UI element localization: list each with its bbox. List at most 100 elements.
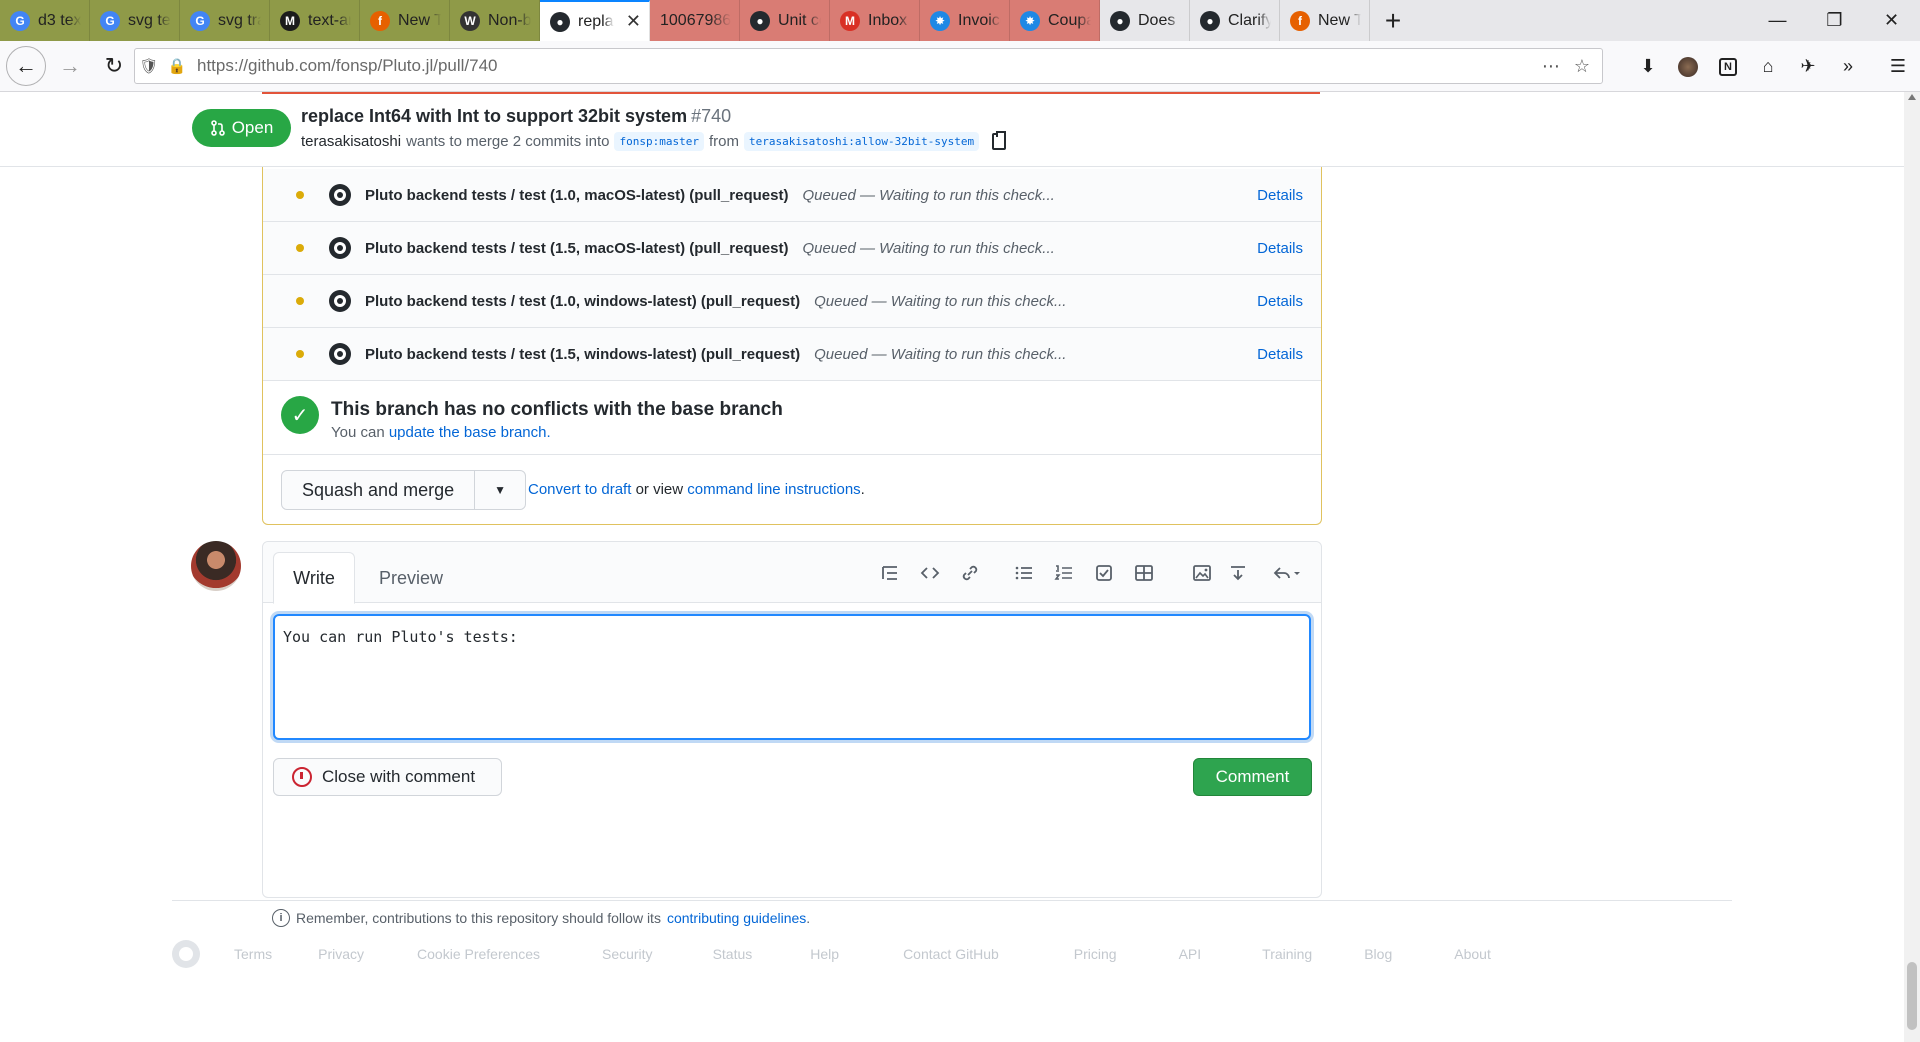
footer-link-pricing[interactable]: Pricing [1074, 946, 1117, 962]
command-line-instructions-link[interactable]: command line instructions [687, 481, 860, 498]
browser-tab[interactable]: 100679863-L [650, 0, 740, 41]
merge-method-dropdown[interactable]: ▼ [475, 471, 525, 509]
comment-tabs-header: Write Preview [263, 542, 1321, 604]
restore-icon[interactable]: ❐ [1806, 0, 1863, 41]
avatar[interactable] [191, 541, 241, 591]
numbered-list-icon[interactable] [1049, 558, 1079, 588]
gmail-icon: M [840, 10, 860, 31]
footer-link-help[interactable]: Help [810, 946, 839, 962]
check-details-link[interactable]: Details [1257, 240, 1303, 257]
window-close-icon[interactable]: ✕ [1863, 0, 1920, 41]
browser-tab[interactable]: W Non-bre [450, 0, 540, 41]
account-avatar-icon[interactable] [1668, 47, 1708, 87]
comment-button[interactable]: Comment [1193, 758, 1312, 796]
reload-button[interactable]: ↻ [94, 46, 134, 86]
footer-link-terms[interactable]: Terms [234, 946, 272, 962]
overflow-menu-icon[interactable]: » [1828, 47, 1868, 87]
google-icon: G [10, 10, 30, 31]
squash-and-merge-button[interactable]: Squash and merge [282, 471, 476, 509]
browser-tab-title: Does Git [1138, 11, 1181, 29]
check-details-link[interactable]: Details [1257, 346, 1303, 363]
browser-tab[interactable]: ✸ Coupa H [1010, 0, 1100, 41]
hamburger-menu-icon[interactable]: ☰ [1878, 47, 1918, 87]
footer-link-training[interactable]: Training [1262, 946, 1312, 962]
code-icon[interactable] [915, 558, 945, 588]
page-scrollbar[interactable] [1904, 92, 1920, 1042]
bookmark-star-icon[interactable]: ☆ [1574, 56, 1590, 77]
forward-button[interactable]: → [50, 46, 90, 86]
check-details-link[interactable]: Details [1257, 293, 1303, 310]
close-with-comment-button[interactable]: Close with comment [273, 758, 502, 796]
url-bar[interactable]: 🛡 🔒 https://github.com/fonsp/Pluto.jl/pu… [134, 48, 1603, 84]
wikipedia-icon: W [460, 10, 480, 31]
tab-preview[interactable]: Preview [371, 552, 451, 604]
merge-help-text: Convert to draft or view command line in… [528, 481, 865, 498]
footer-link-about[interactable]: About [1454, 946, 1491, 962]
github-actions-icon [329, 237, 351, 259]
browser-tab[interactable]: ● Unit cell [740, 0, 830, 41]
bulleted-list-icon[interactable] [1009, 558, 1039, 588]
footer-link-status[interactable]: Status [713, 946, 753, 962]
page-actions-icon[interactable]: ⋯ [1542, 56, 1560, 77]
google-icon: G [100, 10, 120, 31]
browser-tab[interactable]: Mtext-anc [270, 0, 360, 41]
footer-link-contact-github[interactable]: Contact GitHub [903, 946, 999, 962]
notion-extension-icon[interactable]: N [1708, 47, 1748, 87]
check-details-link[interactable]: Details [1257, 187, 1303, 204]
contributing-guidelines-link[interactable]: contributing guidelines [667, 910, 806, 926]
link-icon[interactable] [955, 558, 985, 588]
footer-link-cookie-preferences[interactable]: Cookie Preferences [417, 946, 540, 962]
conflict-title: This branch has no conflicts with the ba… [331, 399, 783, 420]
browser-tab[interactable]: f New Tab [1280, 0, 1370, 41]
heading-icon[interactable] [875, 558, 905, 588]
image-icon[interactable] [1187, 558, 1217, 588]
caret-down-icon: ▼ [494, 483, 507, 497]
clipboard-icon[interactable] [992, 131, 1007, 150]
url-text[interactable]: https://github.com/fonsp/Pluto.jl/pull/7… [197, 56, 498, 76]
pr-state-badge: Open [192, 109, 291, 147]
pr-author-link[interactable]: terasakisatoshi [301, 133, 401, 150]
pending-dot-icon [296, 297, 304, 305]
browser-tab[interactable]: ● repla ✕ [540, 0, 650, 41]
back-button[interactable]: ← [6, 46, 46, 86]
tab-write[interactable]: Write [273, 552, 355, 604]
firefox-icon: f [1290, 10, 1310, 31]
download-icon[interactable]: ⬇ [1628, 47, 1668, 87]
browser-tab[interactable]: Gd3 text [0, 0, 90, 41]
close-tab-icon[interactable]: ✕ [620, 11, 641, 32]
table-icon[interactable] [1129, 558, 1159, 588]
git-pull-request-icon [210, 120, 225, 136]
footer-link-api[interactable]: API [1179, 946, 1202, 962]
check-status: Queued — Waiting to run this check... [802, 239, 1055, 257]
browser-tab[interactable]: M Inbox (5 [830, 0, 920, 41]
convert-to-draft-link[interactable]: Convert to draft [528, 481, 631, 498]
browser-tab[interactable]: ● Does Git [1100, 0, 1190, 41]
extension-icon[interactable]: ✈ [1788, 47, 1828, 87]
browser-tab[interactable]: Gsvg text [90, 0, 180, 41]
base-branch-label[interactable]: fonsp:master [614, 132, 704, 151]
browser-tab-title: repla [578, 12, 614, 30]
minimize-icon[interactable]: — [1749, 0, 1806, 41]
footer-link-blog[interactable]: Blog [1364, 946, 1392, 962]
github-logo-icon[interactable] [172, 940, 200, 968]
google-icon: G [190, 10, 210, 31]
reply-undo-icon[interactable] [1267, 558, 1307, 588]
browser-tab[interactable]: Gsvg trans [180, 0, 270, 41]
github-actions-icon [329, 290, 351, 312]
home-icon[interactable]: ⌂ [1748, 47, 1788, 87]
browser-tab[interactable]: f New Tab [360, 0, 450, 41]
saved-replies-icon[interactable] [1223, 558, 1253, 588]
new-tab-button[interactable]: + [1370, 0, 1416, 41]
task-list-icon[interactable] [1089, 558, 1119, 588]
update-base-branch-link[interactable]: update the base branch. [389, 424, 551, 441]
check-row: Pluto backend tests / test (1.5, macOS-l… [263, 222, 1321, 275]
head-branch-label[interactable]: terasakisatoshi:allow-32bit-system [743, 132, 980, 151]
browser-tab[interactable]: ✸ Invoices [920, 0, 1010, 41]
comment-textarea[interactable]: You can run Pluto's tests: [273, 614, 1311, 740]
browser-tab[interactable]: ● Clarify th [1190, 0, 1280, 41]
scrollbar-thumb[interactable] [1907, 962, 1917, 1030]
check-icon: ✓ [281, 396, 319, 434]
scroll-up-icon[interactable] [1908, 94, 1916, 100]
footer-link-privacy[interactable]: Privacy [318, 946, 364, 962]
footer-link-security[interactable]: Security [602, 946, 653, 962]
